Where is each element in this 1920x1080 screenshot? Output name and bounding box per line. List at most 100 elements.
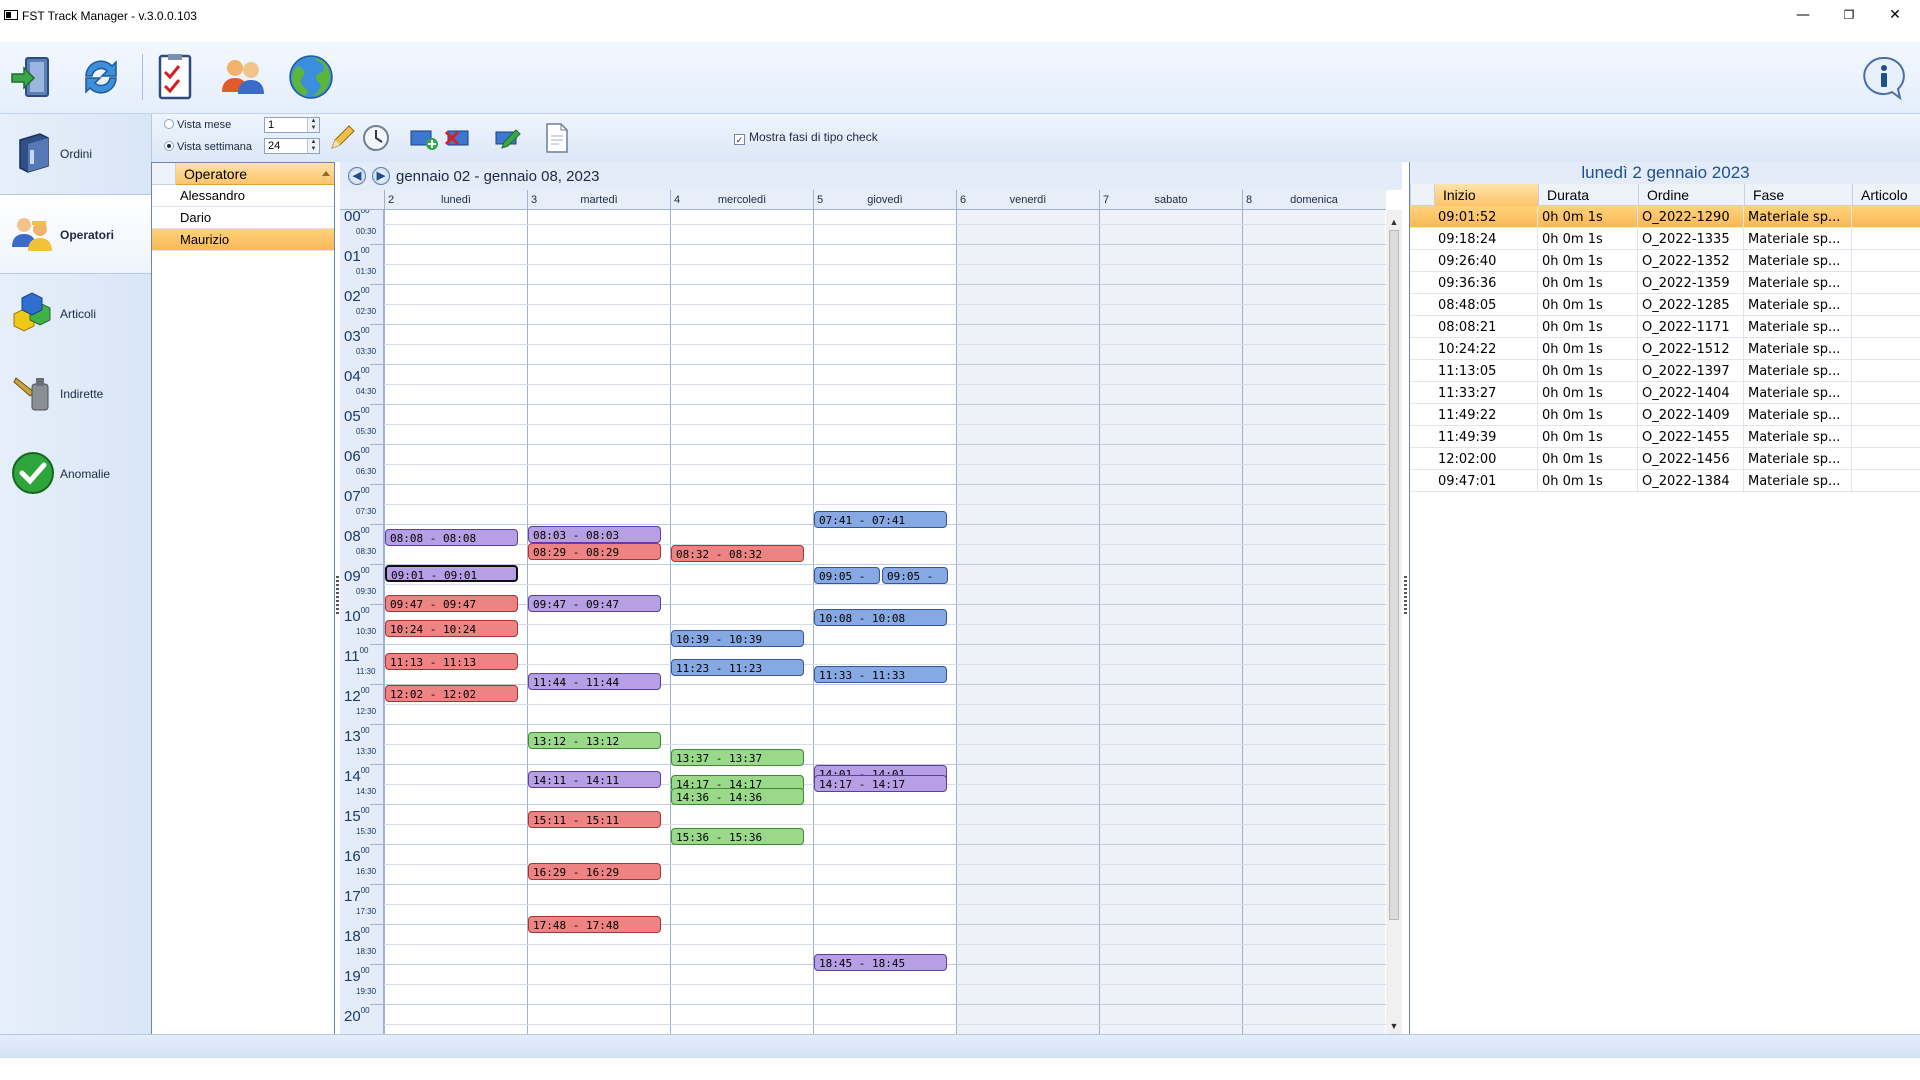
detail-row[interactable]: 08:08:21 0h 0m 1s O_2022-1171 Materiale sp.…: [1410, 316, 1920, 338]
calendar-scrollbar[interactable]: ▲ ▼: [1386, 210, 1402, 1034]
check-phases-checkbox[interactable]: ✓ Mostra fasi di tipo check: [734, 130, 878, 145]
weeks-spinner[interactable]: 24 ▲ ▼: [264, 138, 320, 154]
scroll-thumb[interactable]: [1389, 230, 1399, 920]
calendar-event[interactable]: 16:29 - 16:29: [528, 863, 661, 881]
day-column-domenica[interactable]: [1242, 210, 1385, 1034]
calendar-event[interactable]: 08:32 - 08:32: [671, 545, 804, 563]
detail-row[interactable]: 08:48:05 0h 0m 1s O_2022-1285 Materiale sp.…: [1410, 294, 1920, 316]
splitter-grip-left[interactable]: [336, 576, 339, 616]
calendar-event[interactable]: 12:02 - 12:02: [385, 685, 518, 703]
spinner-arrows-icon[interactable]: ▲ ▼: [307, 118, 319, 132]
day-header-domenica[interactable]: 8 domenica: [1242, 190, 1385, 210]
pencil-icon[interactable]: [326, 122, 358, 154]
detail-column-fase[interactable]: Fase: [1744, 184, 1852, 206]
splitter-grip-right[interactable]: [1404, 576, 1407, 616]
radio-vista-mese[interactable]: Vista mese: [164, 119, 231, 131]
calendar-event[interactable]: 11:44 - 11:44: [528, 673, 661, 691]
detail-row[interactable]: 11:13:05 0h 0m 1s O_2022-1397 Materiale sp.…: [1410, 360, 1920, 382]
operator-row[interactable]: Alessandro: [176, 185, 334, 207]
detail-row[interactable]: 12:02:00 0h 0m 1s O_2022-1456 Materiale sp.…: [1410, 448, 1920, 470]
months-spinner[interactable]: 1 ▲ ▼: [264, 117, 320, 133]
detail-row[interactable]: 09:47:01 0h 0m 1s O_2022-1384 Materiale sp.…: [1410, 470, 1920, 492]
calendar-event[interactable]: 09:47 - 09:47: [385, 595, 518, 613]
calendar-event[interactable]: 08:29 - 08:29: [528, 543, 661, 561]
detail-column-articolo[interactable]: Articolo: [1852, 184, 1920, 206]
restore-button[interactable]: ❐: [1826, 0, 1872, 30]
day-column-venerdì[interactable]: [956, 210, 1099, 1034]
refresh-icon[interactable]: [76, 52, 126, 102]
detail-row[interactable]: 11:49:22 0h 0m 1s O_2022-1409 Materiale sp.…: [1410, 404, 1920, 426]
calendar-event[interactable]: 13:12 - 13:12: [528, 732, 661, 749]
delete-event-icon[interactable]: [442, 122, 474, 154]
add-event-icon[interactable]: [408, 122, 440, 154]
scroll-up-icon[interactable]: ▲: [1386, 214, 1402, 230]
calendar-event[interactable]: 17:48 - 17:48: [528, 916, 661, 933]
report-icon[interactable]: [540, 122, 572, 154]
detail-row[interactable]: 09:36:36 0h 0m 1s O_2022-1359 Materiale sp.…: [1410, 272, 1920, 294]
operator-column-header[interactable]: Operatore: [176, 163, 334, 185]
calendar-event[interactable]: 10:39 - 10:39: [671, 630, 804, 647]
detail-row[interactable]: 09:26:40 0h 0m 1s O_2022-1352 Materiale sp.…: [1410, 250, 1920, 272]
day-header-sabato[interactable]: 7 sabato: [1099, 190, 1242, 210]
nav-item-ordini[interactable]: Ordini: [0, 114, 152, 194]
calendar-event[interactable]: 07:41 - 07:41: [814, 511, 947, 529]
detail-row[interactable]: 09:18:24 0h 0m 1s O_2022-1335 Materiale sp.…: [1410, 228, 1920, 250]
detail-row[interactable]: 11:33:27 0h 0m 1s O_2022-1404 Materiale sp.…: [1410, 382, 1920, 404]
calendar-event[interactable]: 11:13 - 11:13: [385, 652, 518, 670]
globe-icon[interactable]: [286, 52, 336, 102]
nav-item-indirette[interactable]: Indirette: [0, 354, 152, 434]
calendar-event[interactable]: 09:05 -: [882, 567, 948, 585]
day-header-mercoledì[interactable]: 4 mercoledì: [670, 190, 813, 210]
prev-week-button[interactable]: ◀: [348, 167, 366, 185]
radio-vista-settimana[interactable]: Vista settimana: [164, 141, 252, 153]
edit-event-icon[interactable]: [492, 122, 524, 154]
calendar-event[interactable]: 14:36 - 14:36: [671, 788, 804, 805]
users-icon[interactable]: [218, 52, 268, 102]
day-header-martedì[interactable]: 3 martedì: [527, 190, 670, 210]
minimize-button[interactable]: —: [1780, 0, 1826, 30]
checklist-icon[interactable]: [150, 52, 200, 102]
day-column-sabato[interactable]: [1099, 210, 1242, 1034]
day-header-giovedì[interactable]: 5 giovedì: [813, 190, 956, 210]
scroll-down-icon[interactable]: ▼: [1386, 1018, 1402, 1034]
calendar-event[interactable]: 08:03 - 08:03: [528, 526, 661, 543]
operator-row[interactable]: Maurizio: [176, 229, 334, 251]
calendar-event[interactable]: 15:36 - 15:36: [671, 828, 804, 845]
detail-column-ordine[interactable]: Ordine: [1638, 184, 1744, 206]
clock-icon[interactable]: [360, 122, 392, 154]
detail-cell: Materiale sp...: [1744, 316, 1852, 338]
day-column-martedì[interactable]: [527, 210, 670, 1034]
week-grid[interactable]: 0000 00:30 0100 01:30 0200 02:30 0300 03:30 0400…: [340, 210, 1386, 1034]
exit-door-icon[interactable]: [8, 52, 58, 102]
calendar-event[interactable]: 11:33 - 11:33: [814, 666, 947, 683]
nav-item-operatori[interactable]: Operatori: [0, 194, 152, 274]
detail-row[interactable]: 09:01:52 0h 0m 1s O_2022-1290 Materiale sp.…: [1410, 206, 1920, 228]
next-week-button[interactable]: ▶: [372, 167, 390, 185]
calendar-event[interactable]: 10:24 - 10:24: [385, 620, 518, 637]
calendar-event[interactable]: 09:01 - 09:01: [385, 564, 518, 582]
calendar-event[interactable]: 11:23 - 11:23: [671, 659, 804, 677]
calendar-event[interactable]: 14:17 - 14:17: [814, 775, 947, 793]
calendar-event[interactable]: 13:37 - 13:37: [671, 748, 804, 766]
calendar-event[interactable]: 09:47 - 09:47: [528, 595, 661, 613]
calendar-event[interactable]: 09:05 -: [814, 567, 880, 585]
detail-cell: 0h 0m 1s: [1538, 316, 1638, 338]
nav-item-anomalie[interactable]: Anomalie: [0, 434, 152, 514]
detail-row[interactable]: 10:24:22 0h 0m 1s O_2022-1512 Materiale sp.…: [1410, 338, 1920, 360]
calendar-event[interactable]: 10:08 - 10:08: [814, 609, 947, 627]
day-header-lunedì[interactable]: 2 lunedì: [384, 190, 527, 210]
day-column-mercoledì[interactable]: [670, 210, 813, 1034]
calendar-event[interactable]: 14:11 - 14:11: [528, 771, 661, 789]
detail-column-inizio[interactable]: Inizio: [1434, 184, 1538, 206]
calendar-event[interactable]: 08:08 - 08:08: [385, 529, 518, 547]
calendar-event[interactable]: 15:11 - 15:11: [528, 811, 661, 829]
detail-column-durata[interactable]: Durata: [1538, 184, 1638, 206]
operator-row[interactable]: Dario: [176, 207, 334, 229]
spinner-arrows-icon[interactable]: ▲ ▼: [307, 139, 319, 153]
detail-row[interactable]: 11:49:39 0h 0m 1s O_2022-1455 Materiale sp.…: [1410, 426, 1920, 448]
day-header-venerdì[interactable]: 6 venerdì: [956, 190, 1099, 210]
calendar-event[interactable]: 18:45 - 18:45: [814, 954, 947, 971]
nav-item-articoli[interactable]: Articoli: [0, 274, 152, 354]
close-button[interactable]: ✕: [1872, 0, 1918, 30]
info-button[interactable]: [1860, 54, 1910, 104]
